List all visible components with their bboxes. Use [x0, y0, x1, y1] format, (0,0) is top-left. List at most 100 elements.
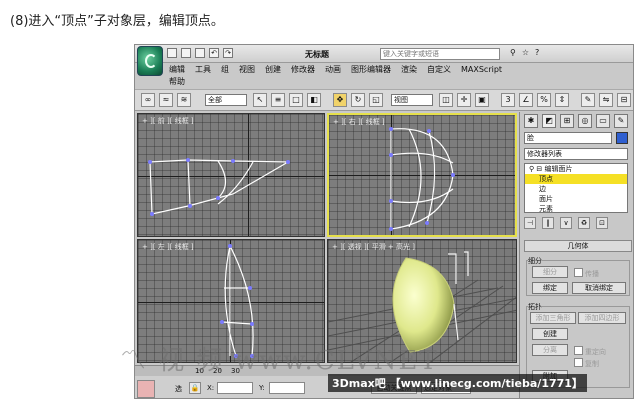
menu-help[interactable]: 帮助	[169, 76, 185, 88]
menu-views[interactable]: 视图	[239, 64, 255, 76]
modify-tab-icon[interactable]: ◩	[542, 114, 556, 128]
watermark-logo: 〽 视 频 www.CLVNET	[120, 346, 439, 376]
open-file-icon[interactable]	[181, 48, 191, 58]
topology-label: 拓扑	[528, 302, 542, 312]
move-icon[interactable]: ✥	[333, 93, 347, 107]
copy-checkbox[interactable]: 复制	[574, 358, 599, 369]
display-tab-icon[interactable]: ▭	[596, 114, 610, 128]
lock-icon[interactable]: 🔒	[189, 382, 201, 394]
pin-stack-icon[interactable]: ⊣	[524, 217, 536, 229]
pivot-center-icon[interactable]: ◫	[439, 93, 453, 107]
propagate-checkbox[interactable]: 传播	[574, 268, 599, 279]
redo-icon[interactable]: ↷	[223, 48, 233, 58]
bind-button[interactable]: 绑定	[532, 282, 568, 294]
mirror-icon[interactable]: ⇋	[599, 93, 613, 107]
window-crossing-icon[interactable]: ◧	[307, 93, 321, 107]
info-center: ⚲ ☆ ?	[510, 48, 539, 57]
save-icon[interactable]	[195, 48, 205, 58]
keyboard-shortcut-icon[interactable]: ▣	[475, 93, 489, 107]
menu-customize[interactable]: 自定义	[427, 64, 451, 76]
main-toolbar: ∞ ≈ ≋ 全部 ↖ ≡ □ ◧ ✥ ↻ ◱ 视图 ◫ ✛ ▣ 3 ∠ % ⇕ …	[135, 89, 633, 111]
app-logo-icon[interactable]	[137, 46, 163, 76]
bind-spacewarp-icon[interactable]: ≋	[177, 93, 191, 107]
stack-item-element[interactable]: 元素	[525, 204, 627, 214]
right-wireframe	[389, 127, 455, 231]
viewport-label[interactable]: + ][ 右 ][ 线框 ]	[333, 117, 385, 127]
detach-button[interactable]: 分离	[532, 344, 568, 356]
create-button[interactable]: 创建	[532, 328, 568, 340]
subdivision-label: 细分	[528, 256, 542, 266]
selection-filter-dropdown[interactable]: 全部	[205, 94, 247, 106]
reference-coordinate-dropdown[interactable]: 视图	[391, 94, 433, 106]
object-color-swatch[interactable]	[616, 132, 628, 144]
search-input[interactable]: 键入关键字或短语	[380, 48, 500, 60]
viewport-label[interactable]: + ][ 左 ][ 线框 ]	[142, 242, 194, 252]
x-coord-field[interactable]	[217, 382, 253, 394]
modifier-stack: ⚲ ⊟ 编辑面片 顶点 边 面片 元素	[524, 163, 628, 213]
menu-create[interactable]: 创建	[265, 64, 281, 76]
front-wireframe	[148, 158, 290, 216]
edit-named-selection-icon[interactable]: ✎	[581, 93, 595, 107]
align-icon[interactable]: ⊟	[617, 93, 631, 107]
menu-group[interactable]: 组	[221, 64, 229, 76]
make-unique-icon[interactable]: ∨	[560, 217, 572, 229]
angle-snap-icon[interactable]: ∠	[519, 93, 533, 107]
spinner-snap-icon[interactable]: ⇕	[555, 93, 569, 107]
utilities-tab-icon[interactable]: ✎	[614, 114, 628, 128]
stack-item-edit-patch[interactable]: ⚲ ⊟ 编辑面片	[525, 164, 627, 174]
stack-item-vertex[interactable]: 顶点	[525, 174, 627, 184]
title-bar: ↶ ↷ 无标题 键入关键字或短语 ⚲ ☆ ?	[135, 45, 633, 63]
menu-animation[interactable]: 动画	[325, 64, 341, 76]
hierarchy-tab-icon[interactable]: ⊞	[560, 114, 574, 128]
undo-icon[interactable]: ↶	[209, 48, 219, 58]
viewport-front[interactable]: + ][ 前 ][ 线框 ]	[137, 113, 325, 237]
remove-modifier-icon[interactable]: ♻	[578, 217, 590, 229]
menu-maxscript[interactable]: MAXScript	[461, 64, 502, 76]
maxscript-listener-area[interactable]	[137, 380, 155, 398]
configure-sets-icon[interactable]: ⊡	[596, 217, 608, 229]
viewport-right[interactable]: + ][ 右 ][ 线框 ]	[327, 113, 517, 237]
unlink-icon[interactable]: ≈	[159, 93, 173, 107]
menu-bar: 编辑 工具 组 视图 创建 修改器 动画 图形编辑器 渲染 自定义 MAXScr…	[165, 64, 633, 88]
menu-rendering[interactable]: 渲染	[401, 64, 417, 76]
rotate-icon[interactable]: ↻	[351, 93, 365, 107]
help-icon[interactable]: ?	[535, 48, 539, 57]
unbind-button[interactable]: 取消绑定	[572, 282, 626, 294]
x-coord-label: X:	[207, 384, 215, 392]
select-object-icon[interactable]: ↖	[253, 93, 267, 107]
quick-access-toolbar: ↶ ↷	[167, 48, 233, 58]
stack-toolbar: ⊣ ‖ ∨ ♻ ⊡	[524, 217, 632, 231]
modifier-list-dropdown[interactable]: 修改器列表	[524, 148, 628, 160]
menu-edit[interactable]: 编辑	[169, 64, 185, 76]
scale-icon[interactable]: ◱	[369, 93, 383, 107]
motion-tab-icon[interactable]: ◎	[578, 114, 592, 128]
create-tab-icon[interactable]: ✱	[524, 114, 538, 128]
new-file-icon[interactable]	[167, 48, 177, 58]
menu-modifiers[interactable]: 修改器	[291, 64, 315, 76]
binoculars-icon[interactable]: ⚲	[510, 48, 516, 57]
select-by-name-icon[interactable]: ≡	[271, 93, 285, 107]
selection-lock-label[interactable]: 选	[175, 384, 182, 394]
y-coord-field[interactable]	[269, 382, 305, 394]
stack-item-edge[interactable]: 边	[525, 184, 627, 194]
rect-selection-icon[interactable]: □	[289, 93, 303, 107]
link-icon[interactable]: ∞	[141, 93, 155, 107]
add-triangle-button[interactable]: 添加三角形	[530, 312, 576, 324]
instruction-caption: (8)进入“顶点”子对象层，编辑顶点。	[10, 14, 224, 29]
show-end-result-icon[interactable]: ‖	[542, 217, 554, 229]
reorient-checkbox[interactable]: 重定向	[574, 346, 606, 357]
geometry-rollout-header[interactable]: 几何体	[524, 240, 632, 252]
percent-snap-icon[interactable]: %	[537, 93, 551, 107]
add-quad-button[interactable]: 添加四边形	[578, 312, 626, 324]
snaps-toggle-icon[interactable]: 3	[501, 93, 515, 107]
star-icon[interactable]: ☆	[522, 48, 529, 57]
object-name-field[interactable]: 脸	[524, 132, 612, 144]
stack-item-patch[interactable]: 面片	[525, 194, 627, 204]
select-manipulate-icon[interactable]: ✛	[457, 93, 471, 107]
menu-graph-editors[interactable]: 图形编辑器	[351, 64, 391, 76]
viewport-label[interactable]: + ][ 透视 ][ 平滑 + 高光 ]	[332, 242, 415, 252]
viewport-label[interactable]: + ][ 前 ][ 线框 ]	[142, 116, 194, 126]
y-coord-label: Y:	[259, 384, 265, 392]
menu-tools[interactable]: 工具	[195, 64, 211, 76]
subdivide-button[interactable]: 细分	[532, 266, 568, 278]
